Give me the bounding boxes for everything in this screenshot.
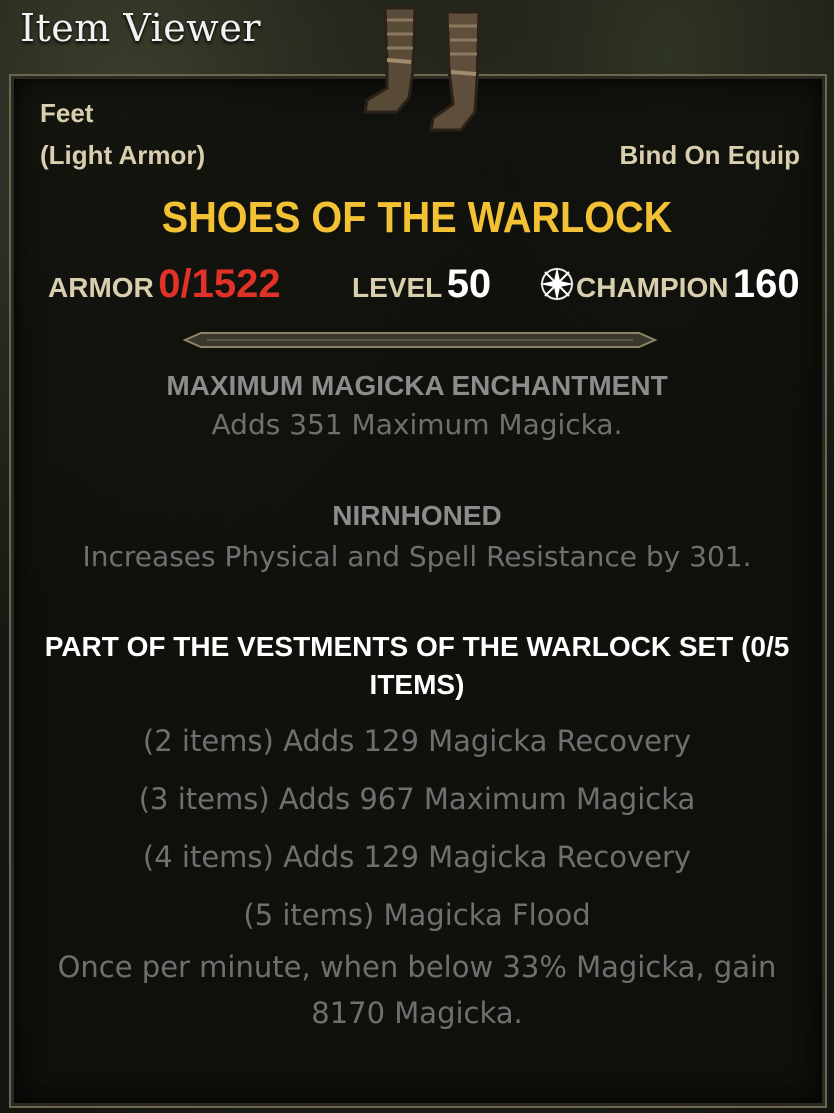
trait-desc: Increases Physical and Spell Resistance … xyxy=(82,540,752,573)
armor-label: ARMOR xyxy=(48,272,154,303)
level-stat: LEVEL 50 xyxy=(352,262,491,307)
set-bonus-5-desc-line1: Once per minute, when below 33% Magicka,… xyxy=(57,950,777,984)
armor-type: (Light Armor) xyxy=(40,140,206,170)
set-bonus-3: (3 items) Adds 967 Maximum Magicka xyxy=(138,782,696,816)
bind-type: Bind On Equip xyxy=(619,140,800,170)
armor-stat: ARMOR 0/1522 xyxy=(48,262,281,307)
set-section: PART OF THE VESTMENTS OF THE WARLOCK SET… xyxy=(0,628,834,1036)
level-label: LEVEL xyxy=(352,272,443,303)
set-bonus-5: (5 items) Magicka Flood xyxy=(243,898,591,932)
enchantment-section: MAXIMUM MAGICKA ENCHANTMENT Adds 351 Max… xyxy=(0,370,834,441)
champion-star-icon xyxy=(540,267,574,301)
trait-title: NIRNHONED xyxy=(332,500,502,531)
champion-stat: CHAMPION 160 xyxy=(538,262,800,307)
window-title: Item Viewer xyxy=(20,6,261,50)
champion-label: CHAMPION xyxy=(576,272,729,303)
level-value: 50 xyxy=(446,262,492,306)
enchantment-desc: Adds 351 Maximum Magicka. xyxy=(211,408,623,441)
set-bonus-4: (4 items) Adds 129 Magicka Recovery xyxy=(142,840,692,874)
armor-value: 0/1522 xyxy=(158,262,281,306)
champion-value: 160 xyxy=(732,262,800,306)
set-bonus-5-desc-line2: 8170 Magicka. xyxy=(311,996,523,1030)
item-name: SHOES OF THE WARLOCK xyxy=(161,193,673,242)
set-bonus-2: (2 items) Adds 129 Magicka Recovery xyxy=(142,724,692,758)
set-title-line1: PART OF THE VESTMENTS OF THE WARLOCK SET… xyxy=(44,631,790,662)
trait-section: NIRNHONED Increases Physical and Spell R… xyxy=(0,500,834,573)
ornamental-divider xyxy=(183,332,657,348)
set-title-line2: ITEMS) xyxy=(369,669,465,700)
enchantment-title: MAXIMUM MAGICKA ENCHANTMENT xyxy=(166,370,668,401)
boots-icon xyxy=(363,6,481,132)
item-slot: Feet xyxy=(40,98,94,128)
